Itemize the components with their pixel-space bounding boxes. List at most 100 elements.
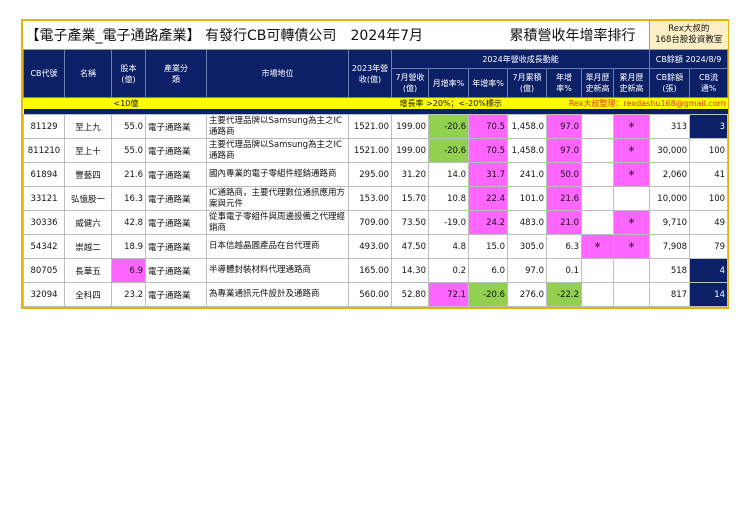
- cell-capital: 16.3: [111, 186, 146, 211]
- cell-month-high: *: [581, 234, 615, 259]
- cell-yoy: 15.0: [467, 234, 509, 259]
- cell-capital: 21.6: [111, 162, 146, 187]
- header-jul-rev: 7月營收(億): [391, 68, 429, 98]
- cell-name: 長華五: [64, 258, 112, 283]
- cell-market: 半導體封裝材料代理通路商: [206, 258, 349, 283]
- cell-code: 30336: [23, 210, 65, 235]
- cell-month-high: [581, 258, 615, 283]
- header-cb-balance: CB餘額(張): [649, 68, 691, 98]
- cell-cb-ratio: 79: [689, 234, 729, 259]
- header-cb-ratio: CB流通%: [689, 68, 729, 98]
- header-yoy: 年增率%: [467, 68, 509, 98]
- cell-cb-ratio: 41: [689, 162, 729, 187]
- cell-month-high: [581, 210, 615, 235]
- cell-cb-ratio: 3: [689, 114, 729, 139]
- cell-cum-high: [613, 282, 651, 307]
- cell-capital: 55.0: [111, 114, 146, 139]
- cell-jul-cum: 305.0: [507, 234, 548, 259]
- header-capital: 股本(億): [111, 49, 146, 98]
- table-row: 30336 威健六 42.8 電子通路業 從事電子零組件與周邊設備之代理經銷商 709.0…: [23, 210, 729, 235]
- page-title: 【電子產業_電子通路產業】 有發行CB可轉債公司: [23, 21, 349, 50]
- cell-jul-rev: 14.30: [391, 258, 429, 283]
- cell-rev2023: 295.00: [348, 162, 392, 187]
- cell-cum-high: *: [613, 114, 651, 139]
- cell-market: 為專業通訊元件設計及通路商: [206, 282, 349, 307]
- cell-jul-cum: 483.0: [507, 210, 548, 235]
- cell-name: 豐藝四: [64, 162, 112, 187]
- cell-industry: 電子通路業: [145, 162, 207, 187]
- cell-jul-cum: 101.0: [507, 186, 548, 211]
- cell-month-high: [581, 282, 615, 307]
- cell-jul-rev: 199.00: [391, 114, 429, 139]
- cell-cb-balance: 313: [649, 114, 691, 139]
- cell-mom: 4.8: [428, 234, 469, 259]
- cell-cum-yoy: 21.0: [546, 210, 583, 235]
- cell-cb-balance: 518: [649, 258, 691, 283]
- cell-cum-yoy: 97.0: [546, 138, 583, 163]
- cell-name: 威健六: [64, 210, 112, 235]
- cell-yoy: 70.5: [467, 114, 509, 139]
- table-row: 54342 崇越二 18.9 電子通路業 日本信越晶圓產品在台代理商 493.00 47.5…: [23, 234, 729, 259]
- cell-rev2023: 1521.00: [348, 114, 392, 139]
- cell-cb-balance: 817: [649, 282, 691, 307]
- cell-mom: 72.1: [428, 282, 469, 307]
- cell-month-high: [581, 114, 615, 139]
- cell-code: 80705: [23, 258, 65, 283]
- cell-cum-yoy: 6.3: [546, 234, 583, 259]
- header-growth-group: 2024年營收成長動能: [390, 49, 651, 69]
- brand-line2: 168台股投資教室: [655, 35, 723, 45]
- cell-jul-rev: 31.20: [391, 162, 429, 187]
- data-rows: 81129 至上九 55.0 電子通路業 主要代理品牌以Samsung為主之IC通路商 1…: [23, 114, 729, 307]
- cell-cum-high: [613, 186, 651, 211]
- cell-industry: 電子通路業: [145, 282, 207, 307]
- cell-cb-ratio: 14: [689, 282, 729, 307]
- cell-code: 61894: [23, 162, 65, 187]
- header-month-high: 單月歷史新高: [581, 68, 615, 98]
- cell-cum-high: [613, 258, 651, 283]
- report-period: 2024年7月: [348, 21, 508, 50]
- header-industry: 產業分類: [145, 49, 207, 98]
- cell-cb-balance: 10,000: [649, 186, 691, 211]
- cell-cum-high: *: [613, 138, 651, 163]
- cell-mom: 14.0: [428, 162, 469, 187]
- legend-row: <10億 增長率 >20%；<-20%標示 Rex大叔整理：rexdashu16…: [23, 97, 728, 109]
- legend-rule: 增長率 >20%；<-20%標示: [391, 97, 547, 109]
- cell-code: 33121: [23, 186, 65, 211]
- cell-cb-ratio: 4: [689, 258, 729, 283]
- cell-cum-yoy: 21.6: [546, 186, 583, 211]
- cell-cum-high: *: [613, 162, 651, 187]
- title-row: 【電子產業_電子通路產業】 有發行CB可轉債公司 2024年7月 累積營收年增率…: [23, 21, 728, 50]
- cell-rev2023: 153.00: [348, 186, 392, 211]
- cell-rev2023: 493.00: [348, 234, 392, 259]
- cell-industry: 電子通路業: [145, 210, 207, 235]
- table-row: 81129 至上九 55.0 電子通路業 主要代理品牌以Samsung為主之IC通路商 1…: [23, 114, 729, 139]
- cell-jul-rev: 73.50: [391, 210, 429, 235]
- table-row: 80705 長華五 6.9 電子通路業 半導體封裝材料代理通路商 165.00 14.30 0…: [23, 258, 729, 283]
- cell-yoy: 6.0: [467, 258, 509, 283]
- cell-cb-balance: 30,000: [649, 138, 691, 163]
- cell-cb-ratio: 49: [689, 210, 729, 235]
- cell-cum-high: *: [613, 234, 651, 259]
- cell-jul-cum: 1,458.0: [507, 138, 548, 163]
- cell-capital: 6.9: [111, 258, 146, 283]
- cell-cb-balance: 9,710: [649, 210, 691, 235]
- cell-name: 崇越二: [64, 234, 112, 259]
- cell-jul-rev: 52.80: [391, 282, 429, 307]
- header-jul-cum: 7月累積(億): [507, 68, 548, 98]
- cell-rev2023: 560.00: [348, 282, 392, 307]
- cell-jul-rev: 15.70: [391, 186, 429, 211]
- header-cb-code: CB代號: [23, 49, 65, 98]
- cell-cum-high: *: [613, 210, 651, 235]
- cell-yoy: 31.7: [467, 162, 509, 187]
- header-row-1: CB代號 名稱 股本(億) 產業分類 市場地位 2023年營收(億) 2024年…: [23, 49, 729, 98]
- cell-yoy: 24.2: [467, 210, 509, 235]
- legend-credit: Rex大叔整理：rexdashu168@gmail.com: [546, 97, 728, 109]
- cell-name: 至上九: [64, 114, 112, 139]
- cell-jul-rev: 199.00: [391, 138, 429, 163]
- report-subject: 累積營收年增率排行: [507, 21, 650, 50]
- ranking-table: 【電子產業_電子通路產業】 有發行CB可轉債公司 2024年7月 累積營收年增率…: [23, 21, 729, 307]
- cell-industry: 電子通路業: [145, 258, 207, 283]
- cell-jul-cum: 97.0: [507, 258, 548, 283]
- cell-rev2023: 165.00: [348, 258, 392, 283]
- cell-rev2023: 709.00: [348, 210, 392, 235]
